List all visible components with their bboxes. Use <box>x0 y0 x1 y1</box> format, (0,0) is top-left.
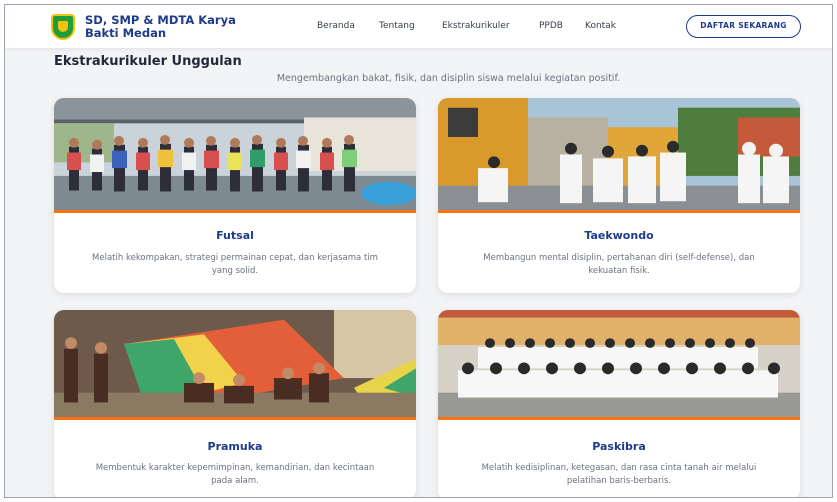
register-button[interactable]: DAFTAR SEKARANG <box>686 15 801 38</box>
navbar: SD, SMP & MDTA Karya Bakti Medan Beranda… <box>5 5 832 49</box>
card-description: Membentuk karakter kepemimpinan, kemandi… <box>95 463 375 486</box>
card-pramuka[interactable]: Pramuka Membentuk karakter kepemimpinan,… <box>54 310 416 497</box>
nav-tentang[interactable]: Tentang <box>379 21 415 31</box>
nav-ekstrakurikuler[interactable]: Ekstrakurikuler <box>442 21 510 31</box>
card-title: Taekwondo <box>584 229 654 242</box>
card-description: Melatih kedisiplinan, ketegasan, dan ras… <box>481 463 757 486</box>
nav-beranda[interactable]: Beranda <box>317 21 355 31</box>
section-title: Ekstrakurikuler Unggulan <box>54 54 242 69</box>
card-title: Paskibra <box>592 440 646 453</box>
card-title: Pramuka <box>207 440 263 453</box>
card-futsal[interactable]: Futsal Melatih kekompakan, strategi perm… <box>54 98 416 293</box>
browser-frame: SD, SMP & MDTA Karya Bakti Medan Beranda… <box>4 4 833 498</box>
section-subtitle: Mengembangkan bakat, fisik, dan disiplin… <box>276 73 621 84</box>
taekwondo-photo <box>438 98 800 213</box>
card-description: Melatih kekompakan, strategi permainan c… <box>92 253 378 276</box>
card-taekwondo[interactable]: Taekwondo Membangun mental disiplin, per… <box>438 98 800 293</box>
nav-kontak[interactable]: Kontak <box>585 21 616 31</box>
card-title: Futsal <box>216 229 254 242</box>
school-logo-icon[interactable] <box>51 14 75 40</box>
nav-ppdb[interactable]: PPDB <box>539 21 563 31</box>
brand-name[interactable]: SD, SMP & MDTA Karya Bakti Medan <box>85 14 255 40</box>
paskibra-photo <box>438 310 800 420</box>
futsal-photo <box>54 98 416 213</box>
card-paskibra[interactable]: Paskibra Melatih kedisiplinan, ketegasan… <box>438 310 800 497</box>
logo-emblem <box>58 21 68 32</box>
pramuka-photo <box>54 310 416 420</box>
card-description: Membangun mental disiplin, pertahanan di… <box>483 253 755 276</box>
